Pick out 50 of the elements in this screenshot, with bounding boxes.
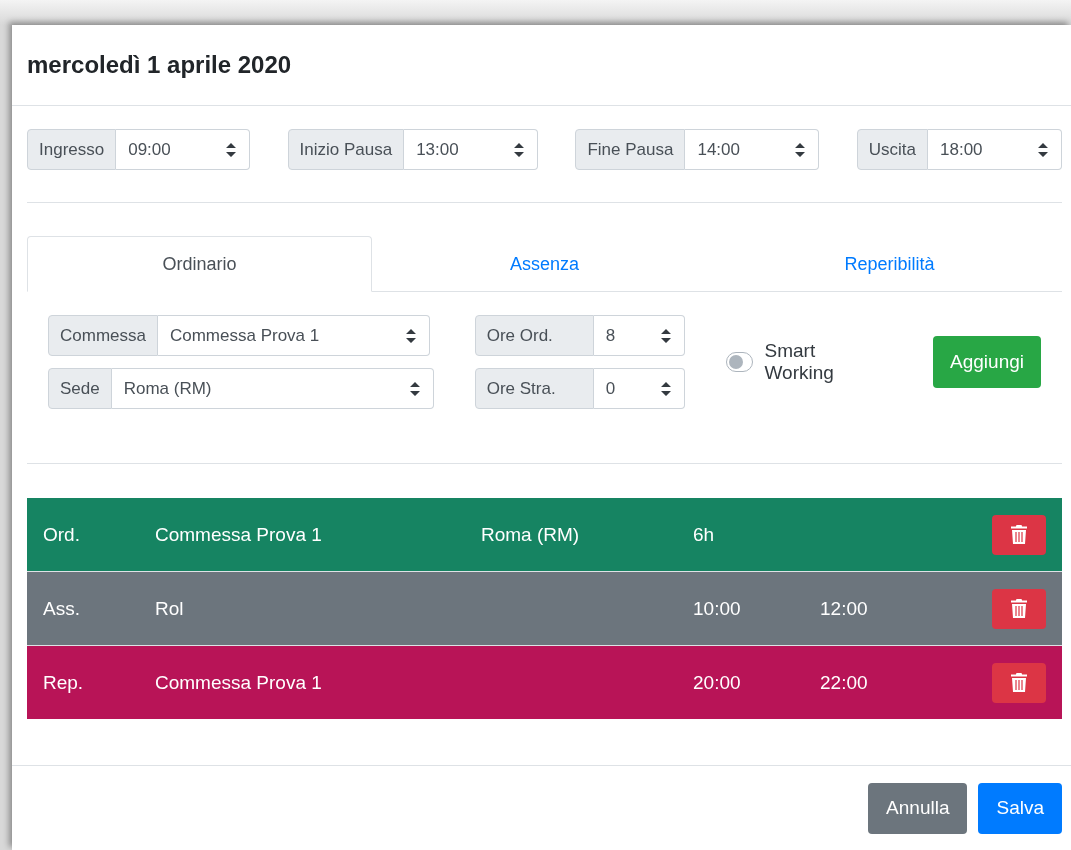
select-field[interactable]: 14:00 [685, 129, 820, 170]
entry-type: Ord. [43, 523, 81, 546]
delete-button[interactable] [992, 514, 1046, 555]
field-label: Fine Pausa [575, 129, 686, 170]
up-down-caret-icon [409, 381, 420, 396]
delete-button[interactable] [992, 588, 1046, 629]
select-field[interactable]: 09:00 [116, 129, 251, 170]
primary-button[interactable]: Salva [978, 782, 1062, 834]
tab[interactable]: Reperibilità [717, 236, 1062, 292]
up-down-caret-icon [660, 328, 671, 343]
tab[interactable]: Assenza [372, 236, 717, 292]
toggle-label: Smart Working [764, 340, 835, 384]
field-label: Ingresso [27, 129, 117, 170]
select-field[interactable]: 0 [593, 368, 685, 409]
select-field[interactable]: 13:00 [404, 129, 539, 170]
field-label: Ore Stra. [474, 368, 594, 409]
tab[interactable]: Ordinario [27, 236, 372, 292]
entry-hours: 6h [693, 523, 715, 545]
entry-end: 12:00 [820, 597, 868, 619]
select-field[interactable]: Commessa Prova 1 [157, 315, 430, 356]
up-down-caret-icon [405, 328, 416, 343]
field-label: Sede [48, 368, 112, 409]
select-field[interactable]: 18:00 [928, 129, 1062, 170]
field-label: Inizio Pausa [287, 129, 405, 170]
field-label: Commessa [48, 315, 158, 356]
select-field[interactable]: Roma (RM) [111, 368, 434, 409]
entry-start: 10:00 [693, 597, 741, 619]
trash-icon [1011, 673, 1027, 692]
up-down-caret-icon [226, 142, 237, 157]
dialog-title: mercoledì 1 aprile 2020 [27, 51, 292, 79]
entry-type: Rep. [43, 671, 85, 694]
select-field[interactable]: 8 [593, 315, 685, 356]
toggle-switch[interactable] [725, 352, 753, 372]
field-label: Ore Ord. [474, 315, 594, 356]
up-down-caret-icon [795, 142, 806, 157]
entry-project: Rol [155, 597, 185, 620]
entry-project: Commessa Prova 1 [155, 671, 323, 694]
secondary-button[interactable]: Annulla [868, 782, 968, 834]
up-down-caret-icon [660, 381, 671, 396]
entry-start: 20:00 [693, 671, 741, 693]
entry-end: 22:00 [820, 671, 868, 693]
field-label: Uscita [856, 129, 928, 170]
up-down-caret-icon [514, 142, 525, 157]
entry-place: Roma (RM) [481, 523, 580, 545]
up-down-caret-icon [1038, 142, 1048, 157]
trash-icon [1011, 599, 1027, 618]
entry-project: Commessa Prova 1 [155, 523, 323, 546]
entry-type: Ass. [43, 597, 81, 620]
delete-button[interactable] [992, 662, 1046, 703]
trash-icon [1011, 525, 1027, 544]
